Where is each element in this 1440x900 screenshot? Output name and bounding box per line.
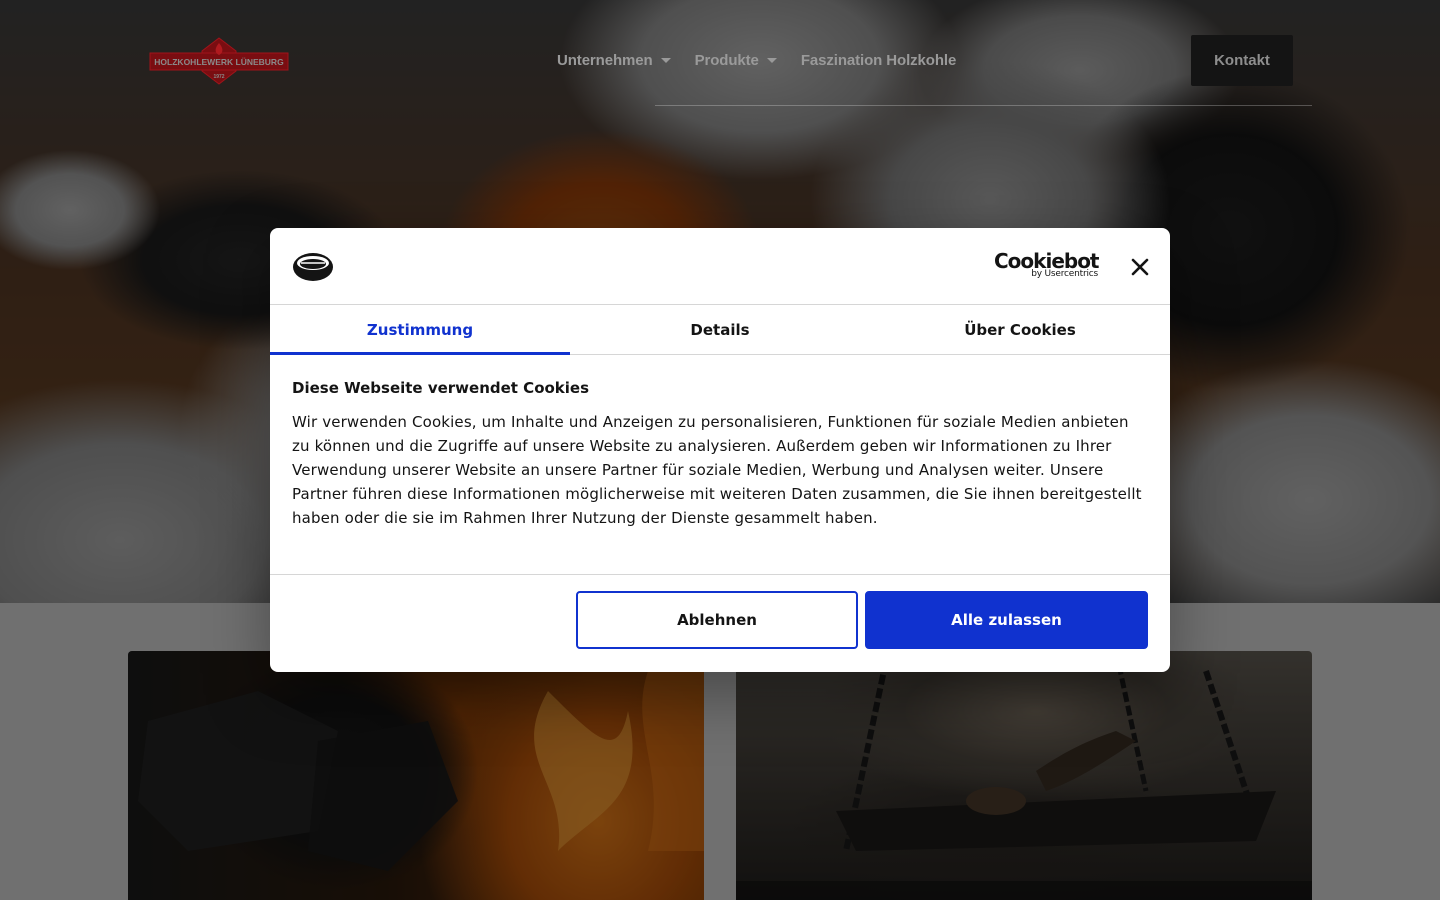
company-logo-graphic: HOLZKOHLEWERK LÜNEBURG 1972 [149, 37, 289, 85]
caret-down-icon [766, 57, 777, 63]
close-button[interactable] [1128, 255, 1152, 279]
reject-button[interactable]: Ablehnen [576, 591, 858, 649]
dialog-footer: Ablehnen Alle zulassen [270, 574, 1170, 672]
cookiebot-logo[interactable]: Cookiebot by Usercentrics [994, 250, 1100, 282]
content-card-grill[interactable] [736, 651, 1312, 900]
company-logo[interactable]: HOLZKOHLEWERK LÜNEBURG 1972 [148, 37, 290, 85]
nav-item-unternehmen[interactable]: Unternehmen [557, 52, 671, 69]
header-divider [655, 105, 1312, 106]
content-card-fire[interactable] [128, 651, 704, 900]
site-cookie-logo-icon [292, 250, 334, 282]
close-icon [1131, 258, 1149, 276]
svg-text:HOLZKOHLEWERK LÜNEBURG: HOLZKOHLEWERK LÜNEBURG [154, 57, 284, 67]
cookiebot-brand-sub: by Usercentrics [1031, 269, 1098, 279]
tab-ueber-cookies[interactable]: Über Cookies [870, 305, 1170, 354]
nav-item-label: Produkte [694, 51, 759, 69]
dialog-body: Diese Webseite verwendet Cookies Wir ver… [292, 378, 1148, 530]
kontakt-button[interactable]: Kontakt [1191, 35, 1293, 86]
site-header: HOLZKOHLEWERK LÜNEBURG 1972 Unternehmen … [0, 0, 1440, 106]
dialog-header: Cookiebot by Usercentrics [270, 228, 1170, 305]
card-overlay [128, 651, 704, 900]
main-nav: Unternehmen Produkte Faszination Holzkoh… [557, 48, 980, 72]
nav-item-produkte[interactable]: Produkte [695, 52, 777, 69]
svg-text:1972: 1972 [213, 74, 224, 80]
tab-details[interactable]: Details [570, 305, 870, 354]
accept-all-button[interactable]: Alle zulassen [865, 591, 1148, 649]
dialog-description: Wir verwenden Cookies, um Inhalte und An… [292, 413, 1142, 527]
nav-item-faszination-holzkohle[interactable]: Faszination Holzkohle [800, 51, 957, 69]
nav-item-label: Unternehmen [557, 51, 653, 69]
nav-item-label: Faszination Holzkohle [800, 51, 957, 69]
card-overlay [736, 651, 1312, 900]
tab-zustimmung[interactable]: Zustimmung [270, 305, 570, 355]
dialog-title: Diese Webseite verwendet Cookies [292, 379, 590, 397]
caret-down-icon [660, 57, 671, 63]
cookie-consent-dialog: Cookiebot by Usercentrics Zustimmung Det… [270, 228, 1170, 672]
dialog-tabs: Zustimmung Details Über Cookies [270, 305, 1170, 355]
